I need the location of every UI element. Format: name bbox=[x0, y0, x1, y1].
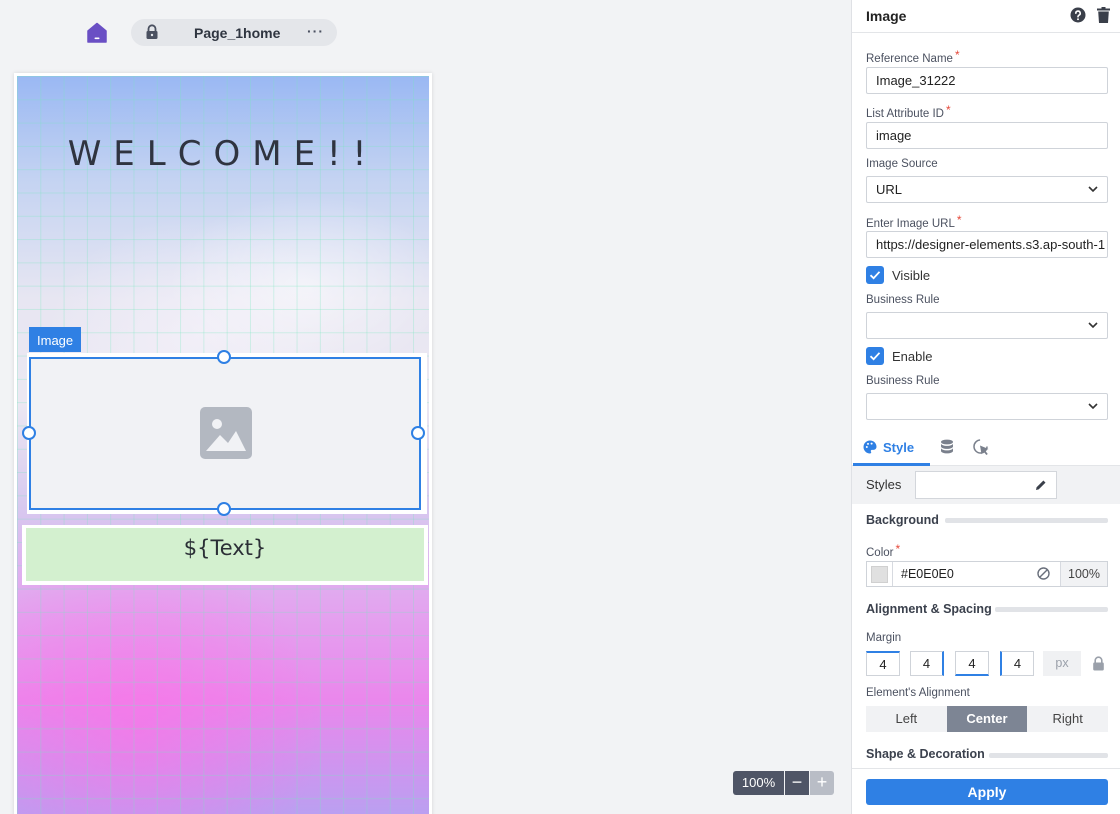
required-mark: * bbox=[956, 213, 962, 227]
cursor-click-icon[interactable] bbox=[973, 439, 990, 456]
shape-section-title: Shape & Decoration bbox=[866, 747, 985, 761]
lock-icon bbox=[145, 24, 159, 40]
no-color-icon[interactable] bbox=[1037, 567, 1050, 580]
panel-header: Image bbox=[852, 0, 1120, 33]
tab-style-label: Style bbox=[883, 440, 915, 455]
reference-name-label: Reference Name * bbox=[866, 48, 960, 65]
chevron-down-icon bbox=[1088, 322, 1098, 329]
property-tabs: Style bbox=[852, 432, 1120, 466]
visible-label: Visible bbox=[892, 268, 931, 283]
page-selector[interactable]: Page_1home ··· bbox=[131, 19, 337, 46]
styles-select[interactable] bbox=[915, 471, 1057, 499]
text-element[interactable]: ${Text} bbox=[26, 528, 424, 581]
visible-checkbox[interactable] bbox=[866, 266, 884, 284]
alignment-section-title: Alignment & Spacing bbox=[866, 602, 992, 616]
palette-icon bbox=[863, 440, 877, 454]
image-source-value: URL bbox=[876, 182, 903, 197]
list-attribute-input[interactable]: image bbox=[866, 122, 1108, 149]
resize-handle-bottom[interactable] bbox=[217, 502, 231, 516]
required-mark: * bbox=[895, 542, 901, 556]
zoom-in-button[interactable]: + bbox=[810, 771, 834, 795]
database-icon[interactable] bbox=[940, 439, 954, 455]
divider bbox=[892, 562, 893, 586]
edit-icon[interactable] bbox=[1035, 479, 1047, 491]
more-options-icon[interactable]: ··· bbox=[307, 23, 324, 39]
business-rule-label: Business Rule bbox=[866, 294, 940, 306]
selected-element-tag: Image bbox=[29, 327, 82, 352]
margin-unit[interactable]: px bbox=[1043, 651, 1081, 676]
margin-bottom-input[interactable]: 4 bbox=[955, 651, 989, 676]
margin-top-input[interactable]: 4 bbox=[866, 651, 900, 676]
color-value: #E0E0E0 bbox=[901, 567, 954, 581]
section-divider bbox=[989, 753, 1108, 758]
panel-title: Image bbox=[866, 8, 907, 24]
enable-label: Enable bbox=[892, 349, 933, 364]
chevron-down-icon bbox=[1088, 403, 1098, 410]
resize-handle-left[interactable] bbox=[22, 426, 36, 440]
element-alignment-group: Left Center Right bbox=[866, 706, 1108, 732]
image-url-input[interactable]: https://designer-elements.s3.ap-south-1 bbox=[866, 231, 1108, 258]
color-swatch[interactable] bbox=[871, 566, 888, 583]
margin-right-input[interactable]: 4 bbox=[910, 651, 944, 676]
opacity-input[interactable]: 100% bbox=[1060, 562, 1107, 586]
business-rule-select[interactable] bbox=[866, 312, 1108, 339]
image-placeholder-icon bbox=[200, 407, 252, 459]
align-center-button[interactable]: Center bbox=[946, 706, 1028, 732]
home-icon[interactable] bbox=[86, 22, 108, 44]
help-icon[interactable] bbox=[1070, 7, 1086, 23]
color-input[interactable]: #E0E0E0 100% bbox=[866, 561, 1108, 587]
section-divider bbox=[995, 607, 1108, 612]
lock-icon[interactable] bbox=[1092, 656, 1105, 671]
list-attribute-label: List Attribute ID * bbox=[866, 103, 951, 120]
margin-label: Margin bbox=[866, 632, 902, 644]
page-name: Page_1home bbox=[194, 25, 281, 41]
zoom-out-button[interactable]: − bbox=[785, 771, 809, 795]
apply-button[interactable]: Apply bbox=[866, 779, 1108, 805]
image-element[interactable] bbox=[29, 357, 421, 510]
phone-canvas[interactable]: WELCOME!! Image ${Text} bbox=[14, 73, 432, 814]
image-source-select[interactable]: URL bbox=[866, 176, 1108, 203]
welcome-heading[interactable]: WELCOME!! bbox=[17, 134, 429, 174]
chevron-down-icon bbox=[1088, 186, 1098, 193]
element-alignment-label: Element's Alignment bbox=[866, 687, 970, 699]
background-section-title: Background bbox=[866, 513, 939, 527]
resize-handle-top[interactable] bbox=[217, 350, 231, 364]
color-label: Color * bbox=[866, 542, 901, 559]
resize-handle-right[interactable] bbox=[411, 426, 425, 440]
required-mark: * bbox=[954, 48, 960, 62]
business-rule-select[interactable] bbox=[866, 393, 1108, 420]
image-source-label: Image Source bbox=[866, 158, 938, 170]
styles-label: Styles bbox=[866, 477, 902, 492]
panel-footer: Apply bbox=[852, 768, 1120, 814]
tab-style[interactable]: Style bbox=[853, 432, 930, 466]
zoom-level: 100% bbox=[733, 771, 784, 795]
align-right-button[interactable]: Right bbox=[1027, 706, 1108, 732]
required-mark: * bbox=[945, 103, 951, 117]
business-rule-label: Business Rule bbox=[866, 375, 940, 387]
delete-icon[interactable] bbox=[1097, 7, 1110, 23]
margin-left-input[interactable]: 4 bbox=[1000, 651, 1034, 676]
image-url-label: Enter Image URL * bbox=[866, 213, 962, 230]
section-divider bbox=[945, 518, 1108, 523]
align-left-button[interactable]: Left bbox=[866, 706, 947, 732]
properties-panel: Image Reference Name * Image_31222 List A… bbox=[851, 0, 1120, 814]
enable-checkbox[interactable] bbox=[866, 347, 884, 365]
zoom-control: 100% − + bbox=[733, 771, 834, 795]
reference-name-input[interactable]: Image_31222 bbox=[866, 67, 1108, 94]
check-icon bbox=[869, 352, 881, 361]
check-icon bbox=[869, 271, 881, 280]
